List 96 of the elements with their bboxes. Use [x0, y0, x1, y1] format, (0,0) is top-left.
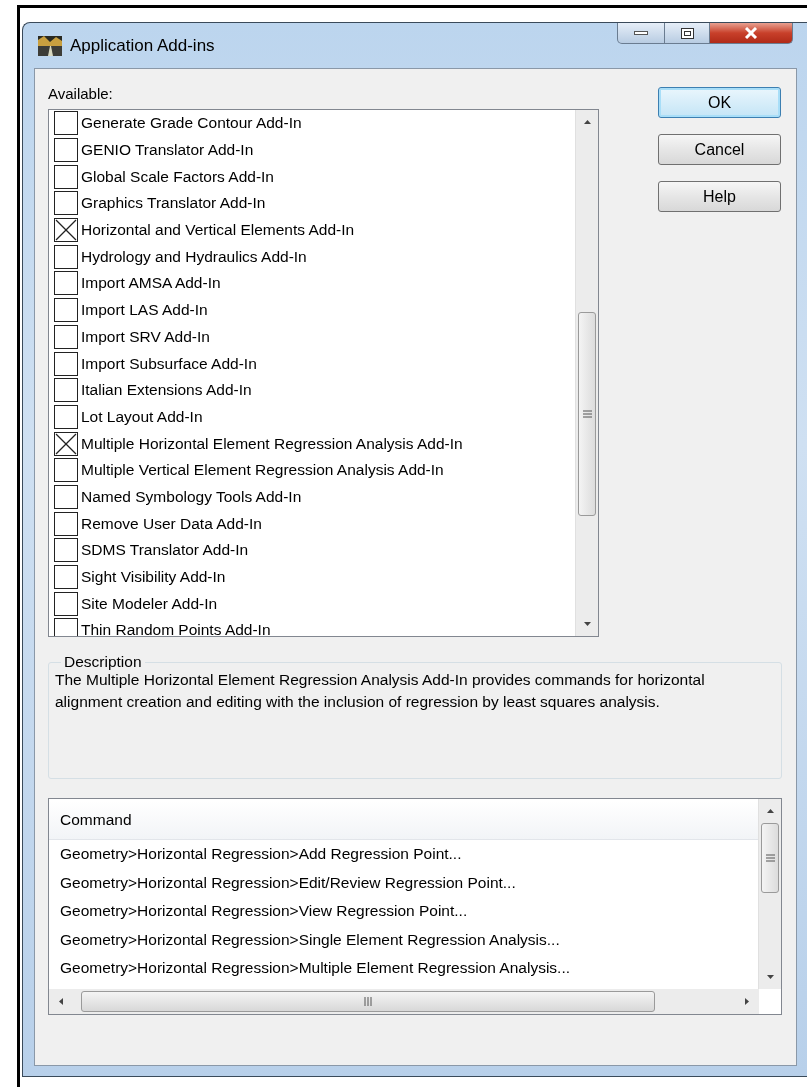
checkbox[interactable] [54, 511, 78, 536]
checkbox[interactable] [54, 404, 78, 429]
addin-label: Named Symbology Tools Add-In [81, 487, 302, 506]
addin-label: Remove User Data Add-In [81, 514, 262, 533]
grip-icon [582, 410, 592, 418]
addin-item[interactable]: Import AMSA Add-In [54, 270, 575, 297]
addin-item[interactable]: Graphics Translator Add-In [54, 190, 575, 217]
addin-label: Global Scale Factors Add-In [81, 167, 274, 186]
addin-item[interactable]: Lot Layout Add-In [54, 403, 575, 431]
app-icon [38, 35, 62, 56]
checkbox[interactable] [54, 565, 78, 590]
command-row[interactable]: Geometry>Horizontal Regression>View Regression Point... [49, 897, 758, 926]
addin-label: Graphics Translator Add-In [81, 194, 266, 213]
checkbox[interactable] [54, 324, 78, 349]
addin-item[interactable]: Italian Extensions Add-In [54, 376, 575, 404]
checkbox[interactable] [54, 191, 78, 216]
minimize-button[interactable] [617, 23, 665, 44]
command-row[interactable]: Geometry>Horizontal Regression>Single Element Regression Analysis... [49, 925, 758, 954]
scroll-thumb[interactable] [761, 823, 779, 893]
addin-label: Multiple Horizontal Element Regression Analysis Add-In [81, 434, 463, 453]
addin-label: Import LAS Add-In [81, 301, 208, 320]
checkbox[interactable] [54, 378, 78, 403]
close-button[interactable] [710, 23, 793, 44]
close-icon [744, 27, 758, 39]
checkbox[interactable] [54, 164, 78, 189]
scroll-up-icon[interactable] [581, 118, 593, 126]
addin-label: Generate Grade Contour Add-In [81, 114, 302, 133]
window-title: Application Add-ins [70, 35, 215, 56]
checkbox[interactable] [54, 351, 78, 376]
addin-label: Import Subsurface Add-In [81, 354, 257, 373]
addin-label: Multiple Vertical Element Regression Analysis Add-In [81, 461, 444, 480]
addin-item[interactable]: GENIO Translator Add-In [54, 136, 575, 164]
maximize-button[interactable] [665, 23, 710, 44]
checkbox[interactable] [54, 591, 78, 616]
checkbox[interactable] [54, 271, 78, 296]
addin-item[interactable]: Multiple Vertical Element Regression Analysis Add-In [54, 456, 575, 484]
addin-item[interactable]: Remove User Data Add-In [54, 510, 575, 537]
addin-item[interactable]: Sight Visibility Add-In [54, 563, 575, 591]
grip-icon [765, 854, 775, 862]
addin-label: Horizontal and Vertical Elements Add-In [81, 221, 355, 240]
checkbox[interactable] [54, 431, 78, 456]
addin-item[interactable]: Generate Grade Contour Add-In [54, 110, 575, 137]
addin-item[interactable]: Import Subsurface Add-In [54, 350, 575, 377]
scroll-right-icon[interactable] [743, 997, 751, 1006]
scroll-thumb[interactable] [81, 991, 655, 1012]
addin-label: Thin Random Points Add-In [81, 621, 271, 636]
addin-label: GENIO Translator Add-In [81, 141, 254, 160]
scroll-down-icon[interactable] [764, 973, 776, 981]
description-text: The Multiple Horizontal Element Regression Analysis Add-In provides commands for horizontal alignment creation and editing with the inclusion of regression by least squares analysis. [55, 670, 706, 712]
command-row[interactable]: Geometry>Horizontal Regression>Multiple Element Regression Analysis... [49, 954, 758, 983]
dialog-button[interactable]: OK [658, 87, 781, 118]
addin-label: Import AMSA Add-In [81, 274, 221, 293]
addin-label: Sight Visibility Add-In [81, 568, 226, 587]
scroll-left-icon[interactable] [57, 997, 65, 1006]
grip-icon [364, 997, 372, 1006]
addin-label: SDMS Translator Add-In [81, 541, 249, 560]
checkbox[interactable] [54, 244, 78, 269]
checkbox[interactable] [54, 538, 78, 563]
checkbox[interactable] [54, 458, 78, 483]
minimize-icon [634, 30, 648, 36]
scroll-up-icon[interactable] [764, 807, 776, 815]
addin-item[interactable]: Multiple Horizontal Element Regression Analysis Add-In [54, 430, 575, 457]
checkbox[interactable] [54, 298, 78, 323]
checkbox[interactable] [54, 618, 78, 636]
vertical-scrollbar[interactable] [758, 799, 781, 989]
addin-item[interactable]: Site Modeler Add-In [54, 590, 575, 618]
addin-label: Import SRV Add-In [81, 327, 210, 346]
checkbox[interactable] [54, 484, 78, 509]
addin-label: Site Modeler Add-In [81, 594, 218, 613]
addin-item[interactable]: Horizontal and Vertical Elements Add-In [54, 216, 575, 244]
list-label: Available: [48, 85, 113, 103]
addin-item[interactable]: Named Symbology Tools Add-In [54, 483, 575, 511]
addin-item[interactable]: Hydrology and Hydraulics Add-In [54, 243, 575, 271]
command-row[interactable]: Geometry>Horizontal Regression>Add Regression Point... [49, 840, 758, 869]
addin-label: Italian Extensions Add-In [81, 381, 252, 400]
scroll-down-icon[interactable] [581, 620, 593, 628]
addin-label: Hydrology and Hydraulics Add-In [81, 247, 307, 266]
checkbox[interactable] [54, 138, 78, 163]
cross-icon [55, 219, 77, 242]
scroll-thumb[interactable] [578, 312, 596, 516]
dialog-button[interactable]: Help [658, 181, 781, 212]
restore-icon [680, 27, 694, 39]
group-label: Description [63, 653, 143, 671]
cross-icon [55, 432, 77, 455]
dialog-button[interactable]: Cancel [658, 134, 781, 165]
vertical-scrollbar[interactable] [575, 110, 598, 636]
checkbox[interactable] [54, 111, 78, 136]
addin-item[interactable]: Thin Random Points Add-In [54, 617, 575, 636]
command-row[interactable]: Geometry>Horizontal Regression>Edit/Review Regression Point... [49, 868, 758, 897]
addin-label: Lot Layout Add-In [81, 407, 203, 426]
addin-item[interactable]: Import LAS Add-In [54, 296, 575, 324]
addin-item[interactable]: Import SRV Add-In [54, 323, 575, 351]
addin-item[interactable]: SDMS Translator Add-In [54, 537, 575, 564]
addin-item[interactable]: Global Scale Factors Add-In [54, 163, 575, 191]
horizontal-scrollbar[interactable] [49, 989, 759, 1014]
checkbox[interactable] [54, 218, 78, 243]
